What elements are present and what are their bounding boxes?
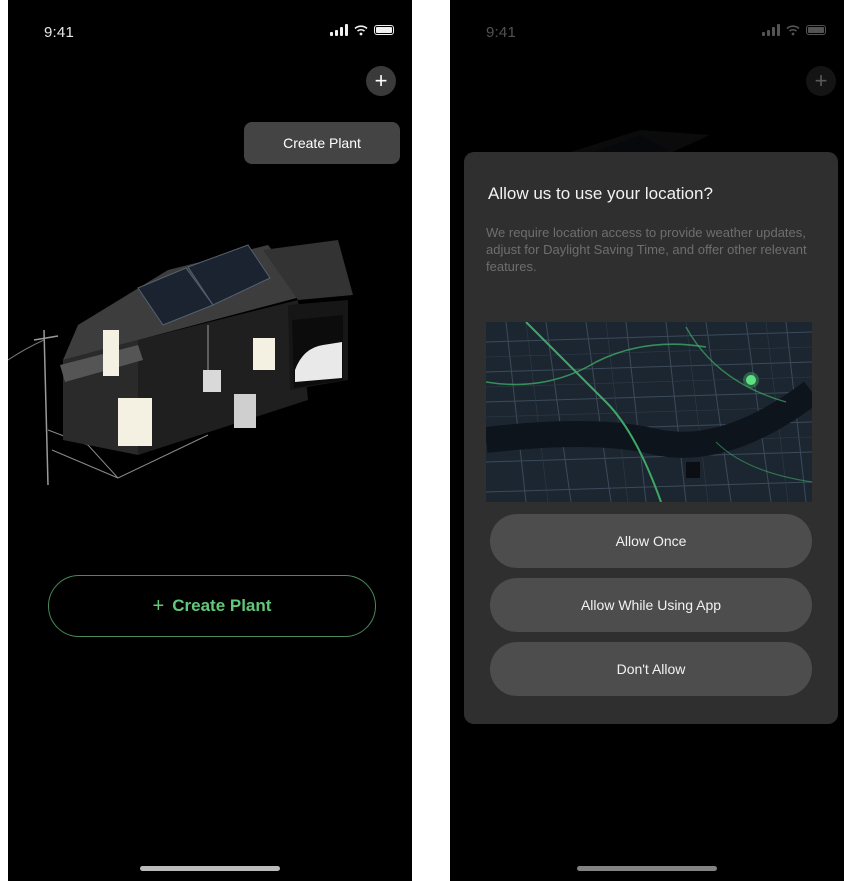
allow-once-button[interactable]: Allow Once bbox=[490, 514, 812, 568]
dont-allow-label: Don't Allow bbox=[616, 661, 686, 677]
battery-icon bbox=[374, 25, 394, 35]
signal-icon bbox=[762, 24, 780, 36]
allow-while-using-app-button[interactable]: Allow While Using App bbox=[490, 578, 812, 632]
location-permission-dialog: Allow us to use your location? We requir… bbox=[464, 152, 838, 724]
status-bar: 9:41 bbox=[8, 0, 412, 60]
house-illustration bbox=[8, 230, 412, 495]
status-icons bbox=[762, 24, 826, 36]
wifi-icon bbox=[786, 25, 800, 36]
battery-icon bbox=[806, 25, 826, 35]
status-time: 9:41 bbox=[486, 24, 516, 41]
tooltip-label: Create Plant bbox=[283, 135, 361, 151]
location-permission-screen: 9:41 + Allow us to use your location? We… bbox=[450, 0, 844, 881]
dialog-description: We require location access to provide we… bbox=[486, 225, 807, 274]
plus-icon: + bbox=[152, 594, 165, 617]
dialog-title: Allow us to use your location? bbox=[488, 184, 713, 203]
plus-icon: + bbox=[814, 68, 828, 93]
home-indicator[interactable] bbox=[577, 866, 717, 871]
status-icons bbox=[330, 24, 394, 36]
allow-while-using-label: Allow While Using App bbox=[580, 597, 722, 613]
create-plant-label: Create Plant bbox=[172, 596, 272, 615]
dont-allow-button[interactable]: Don't Allow bbox=[490, 642, 812, 696]
allow-once-label: Allow Once bbox=[615, 533, 687, 549]
status-bar: 9:41 bbox=[450, 0, 844, 60]
wifi-icon bbox=[354, 25, 368, 36]
status-time: 9:41 bbox=[44, 24, 74, 41]
home-indicator[interactable] bbox=[140, 866, 280, 871]
create-plant-button[interactable]: + Create Plant bbox=[48, 575, 376, 637]
map-preview bbox=[486, 322, 812, 502]
signal-icon bbox=[330, 24, 348, 36]
map-graphic bbox=[486, 322, 812, 502]
add-plant-button[interactable]: + bbox=[366, 66, 396, 96]
home-screen: 9:41 + Create Plant + Create Plant bbox=[8, 0, 412, 881]
add-plant-button: + bbox=[806, 66, 836, 96]
plus-icon: + bbox=[374, 68, 388, 93]
create-plant-tooltip: Create Plant bbox=[244, 122, 400, 164]
